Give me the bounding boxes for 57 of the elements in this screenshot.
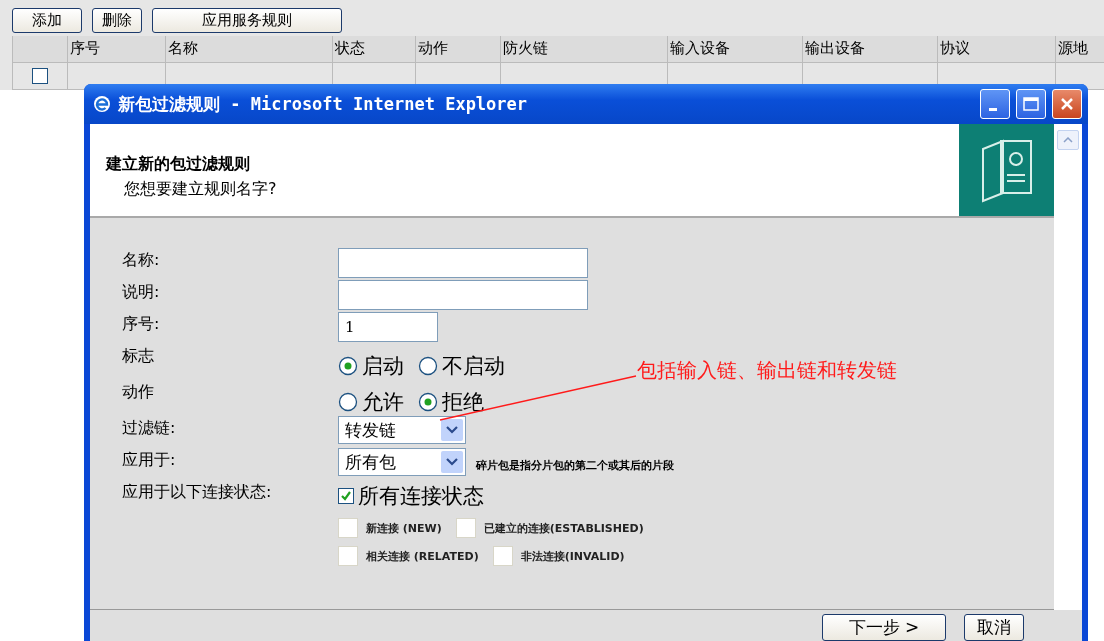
- column-header: 状态: [333, 36, 416, 63]
- radio-label: 拒绝: [442, 389, 484, 416]
- field-label: 序号:: [122, 313, 161, 335]
- radio-button[interactable]: [418, 356, 438, 376]
- field-label: 名称:: [122, 249, 161, 271]
- field-label: 动作: [122, 381, 155, 403]
- row-checkbox[interactable]: [32, 68, 48, 84]
- close-icon: [1059, 96, 1075, 112]
- minimize-icon: [989, 107, 997, 111]
- caret-icon[interactable]: [441, 451, 463, 473]
- column-header: 输入设备: [668, 36, 803, 63]
- radio-button[interactable]: [338, 392, 358, 412]
- maximize-button[interactable]: [1016, 89, 1046, 119]
- field-label: 应用于以下连接状态:: [122, 481, 273, 503]
- column-header: 协议: [938, 36, 1056, 63]
- minimize-button[interactable]: [980, 89, 1010, 119]
- field-label: 标志: [122, 345, 155, 367]
- dropdown[interactable]: 所有包: [338, 448, 466, 476]
- field-label: 说明:: [122, 281, 161, 303]
- annotation-text: 包括输入链、输出链和转发链: [637, 357, 897, 384]
- caret-icon[interactable]: [441, 419, 463, 441]
- browser-icon: [92, 94, 112, 114]
- radio-label: 允许: [362, 389, 404, 416]
- column-header: 输出设备: [803, 36, 938, 63]
- column-header: 防火链: [501, 36, 668, 63]
- checkbox[interactable]: [338, 488, 354, 504]
- dialog-button[interactable]: 下一步 >: [822, 614, 946, 641]
- checkbox-label: 已建立的连接(ESTABLISHED): [483, 520, 644, 536]
- column-header: 源地: [1056, 36, 1104, 63]
- text-field[interactable]: [338, 280, 588, 310]
- text-field[interactable]: 1: [338, 312, 438, 342]
- radio-button[interactable]: [418, 392, 438, 412]
- dropdown[interactable]: 转发链: [338, 416, 466, 444]
- column-header: 动作: [416, 36, 501, 63]
- close-button[interactable]: [1052, 89, 1082, 119]
- checkbox-label: 新连接 (NEW): [366, 520, 442, 536]
- field-label: 过滤链:: [122, 417, 177, 439]
- checkbox-label: 相关连接 (RELATED): [366, 548, 479, 564]
- maximize-icon: [1023, 97, 1039, 111]
- dialog-button[interactable]: 取消: [964, 614, 1024, 641]
- text-field[interactable]: [338, 248, 588, 278]
- chevron-up-icon: [1063, 137, 1073, 143]
- toolbar-button[interactable]: 删除: [92, 8, 142, 33]
- radio-label: 不启动: [442, 353, 505, 380]
- field-label: 应用于:: [122, 449, 177, 471]
- column-header: 序号: [68, 36, 166, 63]
- toolbar-button[interactable]: 添加: [12, 8, 82, 33]
- radio-button[interactable]: [338, 356, 358, 376]
- toolbar-button[interactable]: 应用服务规则: [152, 8, 342, 33]
- checkbox-label: 非法连接(INVALID): [520, 548, 625, 564]
- checkbox-label: 所有连接状态: [358, 483, 484, 510]
- window-title: 新包过滤规则 - Microsoft Internet Explorer: [118, 92, 529, 116]
- wizard-subtitle: 您想要建立规则名字?: [123, 179, 278, 200]
- wizard-title: 建立新的包过滤规则: [106, 154, 251, 175]
- note-text: 碎片包是指分片包的第二个或其后的片段: [476, 457, 674, 473]
- column-header: 名称: [166, 36, 333, 63]
- radio-label: 启动: [362, 353, 404, 380]
